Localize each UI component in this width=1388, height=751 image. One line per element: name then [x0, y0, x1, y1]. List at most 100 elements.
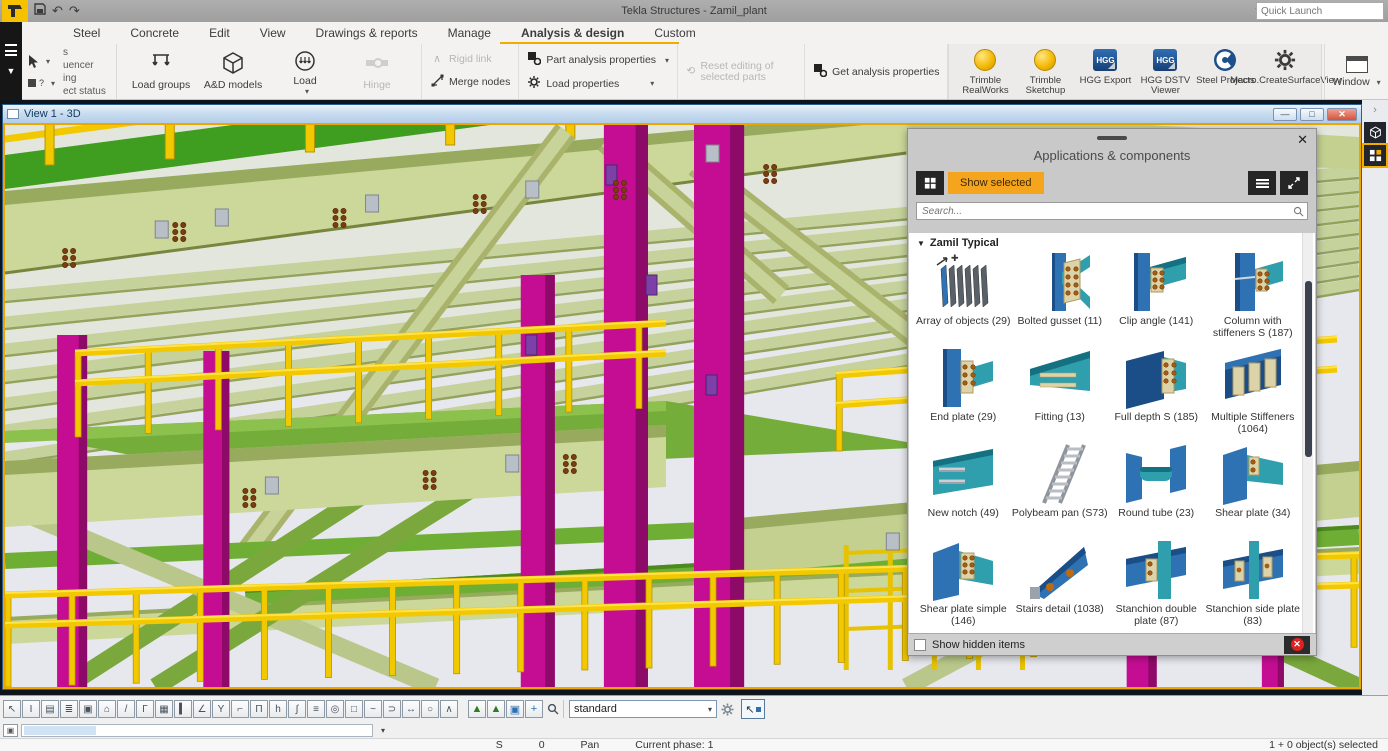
- drag-and-drop-button[interactable]: ↖: [741, 699, 765, 719]
- rigid-link-tool[interactable]: ∧ Rigid link: [430, 53, 510, 65]
- load-properties-tool[interactable]: Load properties ▾: [527, 76, 669, 91]
- component-search-box[interactable]: [916, 202, 1308, 220]
- tab-steel[interactable]: Steel: [58, 24, 115, 43]
- select-all-switch-button[interactable]: ○: [421, 700, 439, 718]
- detach-panel-button[interactable]: [1280, 171, 1308, 195]
- tab-manage[interactable]: Manage: [433, 24, 506, 43]
- select-parts-button[interactable]: I: [22, 700, 40, 718]
- select-analysis-button[interactable]: ∧: [440, 700, 458, 718]
- select-single-bolts-button[interactable]: ≡: [307, 700, 325, 718]
- select-angles-button[interactable]: ∠: [193, 700, 211, 718]
- panel-scrollbar[interactable]: [1302, 233, 1313, 633]
- component-item[interactable]: Stanchion side plate (83): [1205, 539, 1302, 633]
- tekla-logo-icon[interactable]: [2, 0, 28, 22]
- merge-nodes-tool[interactable]: Merge nodes: [430, 74, 510, 90]
- location-input[interactable]: [21, 724, 373, 737]
- show-selected-button[interactable]: Show selected: [948, 172, 1044, 194]
- view-preset-settings-button[interactable]: [718, 700, 736, 718]
- window-menu-button[interactable]: Window ▾: [1324, 44, 1388, 99]
- app-macro-createsurfaceview[interactable]: Macro.CreateSurfaceView: [1255, 47, 1315, 86]
- component-group-header[interactable]: ▼ Zamil Typical: [909, 233, 1315, 251]
- component-item[interactable]: Clip angle (141): [1108, 251, 1205, 347]
- component-item[interactable]: ✚Array of objects (29): [915, 251, 1012, 347]
- snap-free-button[interactable]: +: [525, 700, 543, 718]
- panel-close-icon[interactable]: ✕: [1297, 133, 1308, 146]
- app-trimble-sketchup[interactable]: Trimble Sketchup: [1015, 47, 1075, 96]
- get-analysis-properties-tool[interactable]: Get analysis properties: [813, 64, 939, 80]
- component-item[interactable]: Stanchion double plate (87): [1108, 539, 1205, 633]
- app-trimble-realworks[interactable]: Trimble RealWorks: [955, 47, 1015, 96]
- hinge-tool[interactable]: Hinge: [341, 48, 413, 95]
- load-groups-tool[interactable]: Load ▾: [269, 48, 341, 95]
- reset-editing-tool[interactable]: ⟲ Reset editing of selected parts: [686, 61, 796, 83]
- select-points-button[interactable]: ▍: [174, 700, 192, 718]
- select-bolts-button[interactable]: ∫: [288, 700, 306, 718]
- tab-concrete[interactable]: Concrete: [115, 24, 194, 43]
- select-mesh-button[interactable]: □: [345, 700, 363, 718]
- load-tool[interactable]: Load groups: [125, 48, 197, 95]
- snap-symbol-button[interactable]: ▣: [506, 700, 524, 718]
- component-item[interactable]: Shear plate (34): [1205, 443, 1302, 539]
- tab-edit[interactable]: Edit: [194, 24, 245, 43]
- view-title-bar[interactable]: View 1 - 3D — □ ✕: [3, 105, 1361, 123]
- component-search-input[interactable]: [917, 206, 1293, 217]
- scrollbar-thumb[interactable]: [1305, 281, 1312, 457]
- select-loads-button[interactable]: ~: [364, 700, 382, 718]
- panel-footer-close-button[interactable]: ✕: [1284, 636, 1310, 654]
- select-grids-button[interactable]: ⌂: [98, 700, 116, 718]
- select-views-button[interactable]: Π: [250, 700, 268, 718]
- save-icon[interactable]: [34, 0, 46, 22]
- create-view-button[interactable]: ▲: [468, 700, 486, 718]
- quick-launch-box[interactable]: [1256, 2, 1384, 20]
- chevron-right-icon[interactable]: ›: [1373, 104, 1377, 116]
- select-tool-button[interactable]: ▾: [28, 55, 55, 68]
- ad-models-tool[interactable]: A&D models: [197, 48, 269, 95]
- list-view-button[interactable]: [1248, 171, 1276, 195]
- inquire-tool-button[interactable]: ? ▾: [28, 78, 55, 88]
- select-grid-lines-button[interactable]: /: [117, 700, 135, 718]
- component-item[interactable]: Full depth S (185): [1108, 347, 1205, 443]
- zoom-tool-button[interactable]: [544, 700, 562, 718]
- model-pane-button[interactable]: [1364, 122, 1386, 143]
- select-objects-in-components-button[interactable]: ▣: [79, 700, 97, 718]
- component-item[interactable]: Shear plate simple (146): [915, 539, 1012, 633]
- tab-custom[interactable]: Custom: [639, 24, 710, 43]
- component-item[interactable]: Bolted gusset (11): [1012, 251, 1109, 347]
- panel-drag-handle[interactable]: [1097, 136, 1127, 140]
- command-history-icon[interactable]: ▣: [3, 724, 18, 737]
- select-components-button[interactable]: ▤: [41, 700, 59, 718]
- select-fittings-button[interactable]: h: [269, 700, 287, 718]
- select-pointer-button[interactable]: ↖: [3, 700, 21, 718]
- view-list-button[interactable]: ▲: [487, 700, 505, 718]
- tab-view[interactable]: View: [245, 24, 301, 43]
- view-maximize-button[interactable]: □: [1300, 108, 1324, 121]
- view-minimize-button[interactable]: —: [1273, 108, 1297, 121]
- components-pane-button[interactable]: [1364, 145, 1386, 166]
- app-hgg-export[interactable]: HGGHGG Export: [1075, 47, 1135, 86]
- component-item[interactable]: Multiple Stiffeners (1064): [1205, 347, 1302, 443]
- component-item[interactable]: End plate (29): [915, 347, 1012, 443]
- collapse-ribbon-icon[interactable]: ▼: [7, 66, 16, 76]
- component-item[interactable]: New notch (49): [915, 443, 1012, 539]
- app-hgg-dstv-viewer[interactable]: HGGHGG DSTV Viewer: [1135, 47, 1195, 96]
- side-menu-strip[interactable]: ▼: [0, 22, 22, 100]
- component-item[interactable]: Fitting (13): [1012, 347, 1109, 443]
- command-dropdown-icon[interactable]: ▾: [376, 724, 390, 737]
- select-reference-lines-button[interactable]: Γ: [136, 700, 154, 718]
- select-assemblies-button[interactable]: ≣: [60, 700, 78, 718]
- redo-icon[interactable]: ↷: [69, 0, 80, 22]
- view-close-button[interactable]: ✕: [1327, 108, 1357, 121]
- thumbnail-view-button[interactable]: [916, 171, 944, 195]
- component-item[interactable]: Column with stiffeners S (187): [1205, 251, 1302, 347]
- select-planes-button[interactable]: ⊃: [383, 700, 401, 718]
- component-item[interactable]: Stairs detail (1038): [1012, 539, 1109, 633]
- show-hidden-checkbox[interactable]: [914, 639, 926, 651]
- select-cuts-button[interactable]: ⌐: [231, 700, 249, 718]
- menu-icon[interactable]: [5, 44, 17, 56]
- view-preset-dropdown[interactable]: standard▾: [569, 700, 717, 718]
- component-item[interactable]: Polybeam pan (S73): [1012, 443, 1109, 539]
- undo-icon[interactable]: ↶: [52, 0, 63, 22]
- select-reinforcement-button[interactable]: ◎: [326, 700, 344, 718]
- select-surfaces-button[interactable]: ▦: [155, 700, 173, 718]
- quick-launch-input[interactable]: [1257, 6, 1388, 17]
